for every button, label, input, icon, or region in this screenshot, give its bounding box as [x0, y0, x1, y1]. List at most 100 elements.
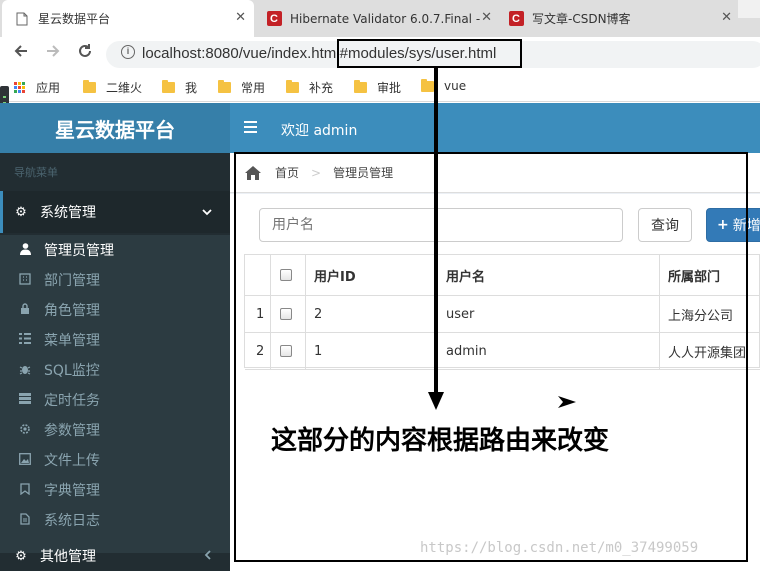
- cell-dept: 上海分公司: [668, 308, 734, 324]
- folder-icon: [286, 80, 299, 93]
- bug-icon: [18, 363, 32, 378]
- watermark: https://blog.csdn.net/m0_37499059: [420, 540, 699, 556]
- sidebar-item-label: 部门管理: [44, 273, 100, 289]
- folder-icon: [83, 80, 96, 93]
- gear-icon: ⚙: [15, 548, 27, 564]
- row-number: 1: [245, 296, 271, 332]
- sidebar-item-role[interactable]: 角色管理: [0, 295, 230, 325]
- checkbox-icon: [280, 269, 292, 281]
- query-button[interactable]: 查询: [638, 208, 692, 242]
- folder-icon: [421, 78, 434, 92]
- new-tab-button[interactable]: [738, 0, 760, 18]
- row-checkbox[interactable]: [271, 333, 306, 369]
- sidebar-group-label: 其他管理: [40, 549, 96, 565]
- bookmark-label: 审批: [377, 81, 402, 95]
- sidebar-item-upload[interactable]: 文件上传: [0, 445, 230, 475]
- back-arrow-icon[interactable]: [10, 43, 32, 65]
- chevron-down-icon: [202, 205, 212, 219]
- bookmark-folder[interactable]: 常用: [218, 79, 265, 96]
- main-panel: 查询 + 新增 用户ID 用户名 所属部门 1 2 user 上: [230, 194, 760, 571]
- bookmark-folder[interactable]: 我: [162, 79, 197, 96]
- sidebar-group-system[interactable]: ⚙ 系统管理: [0, 191, 230, 233]
- chevron-left-icon: [204, 549, 212, 563]
- sidebar-group-other[interactable]: ⚙ 其他管理: [0, 535, 230, 571]
- bookmark-apps[interactable]: 应用: [14, 79, 60, 96]
- table-row[interactable]: 1 2 user 上海分公司: [245, 296, 760, 333]
- column-header[interactable]: 所属部门: [660, 255, 760, 295]
- sidebar-item-label: 角色管理: [44, 303, 100, 319]
- close-icon[interactable]: ✕: [235, 10, 246, 25]
- sidebar-item-label: 字典管理: [44, 483, 100, 499]
- column-header[interactable]: 用户名: [438, 255, 660, 295]
- browser-tab-strip: 星云数据平台 ✕ C Hibernate Validator 6.0.7.Fin…: [0, 0, 760, 37]
- url-highlight-box: [337, 39, 522, 68]
- sidebar-submenu: 管理员管理 部门管理 角色管理 菜单管理 SQL监控 定时任务 参数管理 文件上…: [0, 235, 230, 553]
- list-icon: [18, 333, 32, 347]
- tab-hibernate[interactable]: C Hibernate Validator 6.0.7.Final - ✕: [254, 0, 496, 37]
- row-checkbox[interactable]: [271, 296, 306, 332]
- table-row[interactable]: 2 1 admin 人人开源集团: [245, 333, 760, 370]
- tasks-icon: [18, 393, 32, 407]
- bookmark-icon: [18, 482, 32, 498]
- csdn-logo-icon: C: [508, 11, 524, 27]
- folder-icon: [218, 80, 231, 93]
- checkbox-icon: [280, 308, 292, 320]
- file-icon: [18, 512, 32, 528]
- page-icon: [14, 11, 30, 27]
- app-logo[interactable]: 星云数据平台: [0, 103, 230, 153]
- annotation-arrow: [434, 68, 438, 394]
- close-icon[interactable]: ✕: [481, 10, 492, 25]
- annotation-arrow-head: [428, 392, 444, 410]
- sidebar-group-label: 系统管理: [40, 205, 96, 221]
- sidebar-item-label: 定时任务: [44, 393, 100, 409]
- select-all-checkbox[interactable]: [271, 255, 306, 295]
- hamburger-icon[interactable]: [244, 121, 257, 133]
- bookmark-folder[interactable]: 二维火: [83, 79, 142, 96]
- tab-xingyun[interactable]: 星云数据平台 ✕: [2, 0, 254, 37]
- info-icon[interactable]: i: [121, 45, 135, 59]
- sidebar-item-tasks[interactable]: 定时任务: [0, 385, 230, 415]
- cell-user-id: 2: [306, 296, 438, 332]
- annotation-text: 这部分的内容根据路由来改变: [271, 426, 610, 456]
- csdn-logo-icon: C: [266, 11, 282, 27]
- reload-icon[interactable]: [74, 43, 96, 65]
- cell-username: user: [438, 296, 660, 332]
- gear-icon: ⚙: [15, 204, 27, 220]
- sidebar-item-params[interactable]: 参数管理: [0, 415, 230, 445]
- sidebar-item-admin[interactable]: 管理员管理: [0, 235, 230, 265]
- bookmark-label: vue: [444, 79, 467, 93]
- breadcrumb-current: 管理员管理: [333, 166, 394, 180]
- folder-icon: [162, 80, 175, 93]
- tab-csdn-write[interactable]: C 写文章-CSDN博客 ✕: [496, 0, 738, 37]
- breadcrumb: 首页 > 管理员管理: [230, 153, 760, 193]
- sidebar-item-sql[interactable]: SQL监控: [0, 355, 230, 385]
- user-icon: [18, 242, 32, 258]
- sidebar-item-log[interactable]: 系统日志: [0, 505, 230, 535]
- close-icon[interactable]: ✕: [721, 10, 732, 25]
- tab-title: 写文章-CSDN博客: [532, 12, 631, 26]
- tab-title: Hibernate Validator 6.0.7.Final -: [290, 11, 481, 26]
- breadcrumb-home[interactable]: 首页: [275, 164, 299, 181]
- apps-grid-icon: [14, 81, 26, 94]
- sidebar-item-dict[interactable]: 字典管理: [0, 475, 230, 505]
- sidebar-item-label: 菜单管理: [44, 333, 100, 349]
- cell-dept: 人人开源集团: [668, 345, 747, 361]
- sidebar-item-dept[interactable]: 部门管理: [0, 265, 230, 295]
- search-input[interactable]: [259, 208, 623, 242]
- add-button[interactable]: + 新增: [706, 208, 760, 242]
- home-icon[interactable]: [245, 165, 261, 180]
- column-header[interactable]: 用户ID: [306, 255, 438, 295]
- plus-icon: +: [717, 217, 729, 233]
- screenshot-root: 星云数据平台 ✕ C Hibernate Validator 6.0.7.Fin…: [0, 0, 760, 571]
- bookmark-label: 补充: [309, 81, 334, 95]
- cursor-icon: [558, 396, 576, 412]
- breadcrumb-separator: >: [311, 165, 322, 180]
- bookmark-folder[interactable]: 审批: [354, 79, 401, 96]
- bookmark-folder[interactable]: 补充: [286, 79, 333, 96]
- sidebar-item-label: 参数管理: [44, 423, 100, 439]
- table-header-row: 用户ID 用户名 所属部门: [245, 255, 760, 296]
- bookmark-label: 应用: [36, 81, 61, 95]
- bookmark-folder[interactable]: vue: [421, 78, 467, 93]
- forward-arrow-icon[interactable]: [42, 43, 64, 65]
- sidebar-item-menu[interactable]: 菜单管理: [0, 325, 230, 355]
